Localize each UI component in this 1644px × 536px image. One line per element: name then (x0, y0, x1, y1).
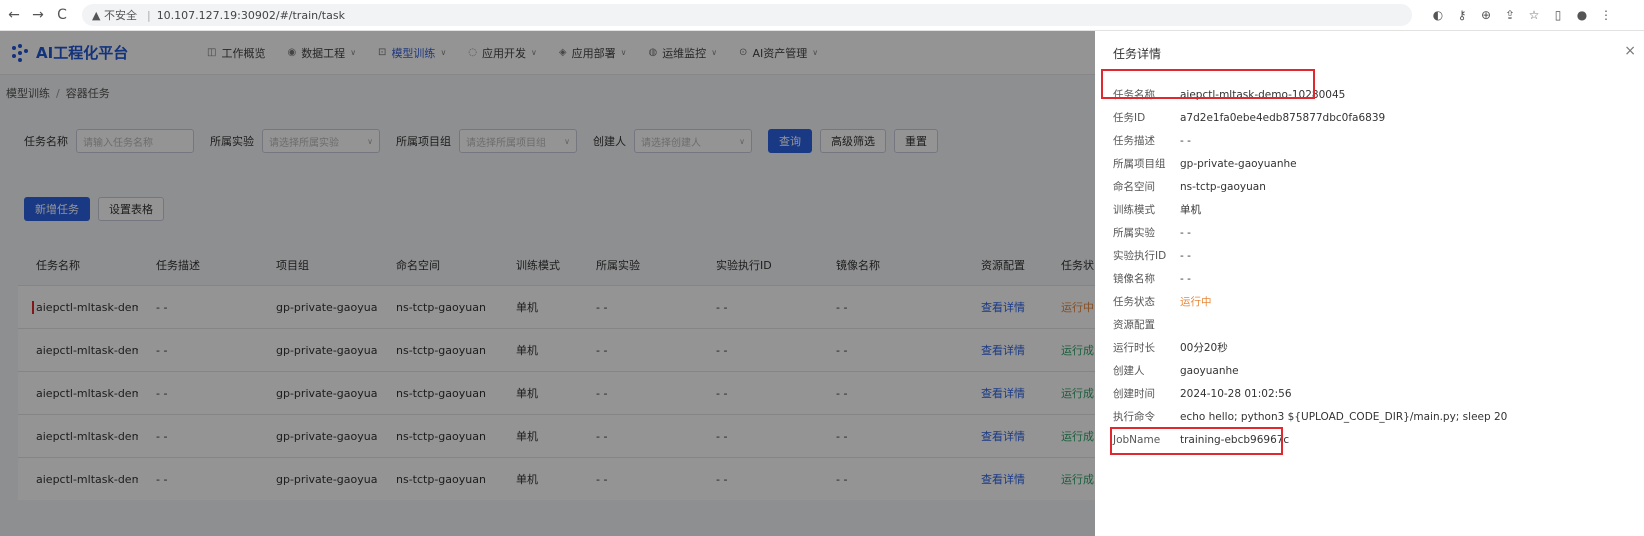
detail-key: 创建时间 (1113, 388, 1155, 400)
detail-row: 任务状态 运行中 (1113, 290, 1633, 313)
detail-row: 创建人 gaoyuanhe (1113, 359, 1633, 382)
detail-key: 任务状态 (1113, 296, 1155, 308)
detail-key: 运行时长 (1113, 342, 1155, 354)
detail-row: 资源配置 (1113, 313, 1633, 336)
detail-row: 训练模式 单机 (1113, 198, 1633, 221)
detail-value: - - (1180, 249, 1191, 262)
detail-key: 创建人 (1113, 365, 1145, 377)
detail-fields: 任务名称 aiepctl-mltask-demo-10280045 任务ID a7d2… (1113, 83, 1633, 451)
url-text[interactable]: 10.107.127.19:30902/#/train/task (157, 9, 345, 22)
detail-row: 创建时间 2024-10-28 01:02:56 (1113, 382, 1633, 405)
detail-value: ns-tctp-gaoyuan (1180, 180, 1266, 193)
detail-row: 任务描述 - - (1113, 129, 1633, 152)
highlight-task-name (1101, 69, 1315, 99)
highlight-job-name (1110, 427, 1283, 455)
sidebar-icon[interactable]: ▯ (1546, 8, 1570, 22)
close-icon[interactable]: × (1624, 43, 1636, 59)
forward-icon[interactable]: → (28, 5, 48, 25)
detail-row: 所属项目组 gp-private-gaoyuanhe (1113, 152, 1633, 175)
profile-icon[interactable]: ● (1570, 8, 1594, 22)
key-icon[interactable]: ⚷ (1450, 8, 1474, 22)
address-bar[interactable]: ▲ 不安全 | 10.107.127.19:30902/#/train/task (82, 4, 1412, 26)
detail-value: - - (1180, 226, 1191, 239)
detail-value: 运行中 (1180, 296, 1212, 308)
browser-toolbar: ← → C ▲ 不安全 | 10.107.127.19:30902/#/trai… (0, 0, 1644, 31)
star-icon[interactable]: ☆ (1522, 8, 1546, 22)
modal-overlay[interactable] (0, 31, 1095, 536)
drawer-title: 任务详情 (1113, 47, 1162, 61)
detail-key: 执行命令 (1113, 411, 1155, 423)
detail-row: 所属实验 - - (1113, 221, 1633, 244)
detail-value: gaoyuanhe (1180, 364, 1239, 377)
browser-icons: ◐ ⚷ ⊕ ⇪ ☆ ▯ ● ⋮ (1426, 8, 1618, 22)
detail-key: 实验执行ID (1113, 250, 1167, 262)
detail-value: 2024-10-28 01:02:56 (1180, 387, 1292, 400)
detail-row: 执行命令 echo hello; python3 ${UPLOAD_CODE_DI… (1113, 405, 1633, 428)
translate-icon[interactable]: ◐ (1426, 8, 1450, 22)
detail-row: 任务ID a7d2e1fa0ebe4edb875877dbc0fa6839 (1113, 106, 1633, 129)
more-icon[interactable]: ⋮ (1594, 8, 1618, 22)
address-separator: | (146, 8, 151, 22)
detail-key: 所属项目组 (1113, 158, 1166, 170)
detail-value: a7d2e1fa0ebe4edb875877dbc0fa6839 (1180, 111, 1386, 124)
back-icon[interactable]: ← (4, 5, 24, 25)
detail-key: 任务描述 (1113, 135, 1155, 147)
share-icon[interactable]: ⇪ (1498, 8, 1522, 22)
detail-value: echo hello; python3 ${UPLOAD_CODE_DIR}/m… (1180, 410, 1508, 423)
detail-key: 任务ID (1113, 112, 1146, 124)
detail-row: 运行时长 00分20秒 (1113, 336, 1633, 359)
detail-key: 镜像名称 (1113, 273, 1155, 285)
detail-key: 训练模式 (1113, 204, 1155, 216)
detail-row: 镜像名称 - - (1113, 267, 1633, 290)
reload-icon[interactable]: C (52, 5, 72, 25)
detail-value: - - (1180, 134, 1191, 147)
detail-value: gp-private-gaoyuanhe (1180, 157, 1297, 170)
detail-value: 单机 (1180, 204, 1201, 216)
insecure-warning-icon[interactable]: ▲ 不安全 (92, 7, 137, 23)
task-detail-drawer: 任务详情 × 任务名称 aiepctl-mltask-demo-10280045 任… (1095, 31, 1644, 536)
detail-key: 命名空间 (1113, 181, 1155, 193)
detail-key: 资源配置 (1113, 319, 1155, 331)
detail-value: 00分20秒 (1180, 342, 1228, 354)
detail-row: 命名空间 ns-tctp-gaoyuan (1113, 175, 1633, 198)
zoom-icon[interactable]: ⊕ (1474, 8, 1498, 22)
detail-key: 所属实验 (1113, 227, 1155, 239)
detail-value: - - (1180, 272, 1191, 285)
detail-row: 实验执行ID - - (1113, 244, 1633, 267)
